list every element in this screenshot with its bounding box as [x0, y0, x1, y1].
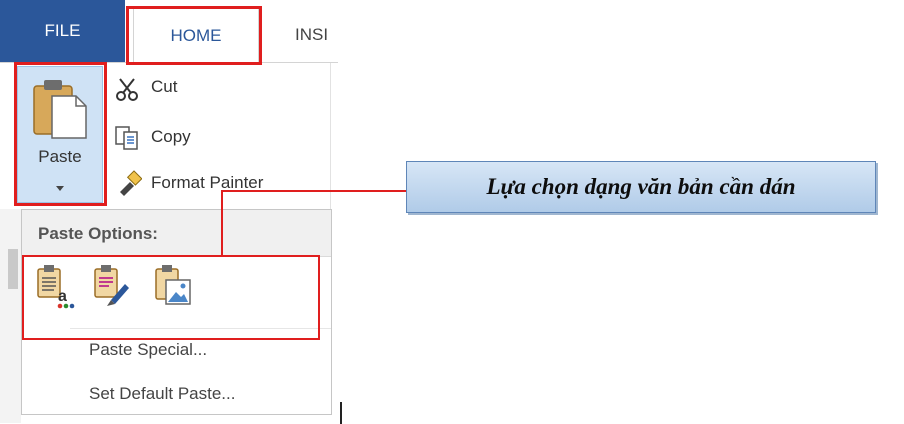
- scissors-icon: [116, 78, 138, 101]
- format-painter-icon: [120, 170, 142, 196]
- tab-insert[interactable]: INSI: [295, 7, 338, 62]
- callout-connector: [221, 190, 223, 255]
- callout-box: Lựa chọn dạng văn bản cần dán: [406, 161, 876, 213]
- copy-icon: [115, 126, 138, 150]
- callout-connector: [221, 190, 406, 192]
- ruler-marker: [8, 249, 18, 289]
- cut-button[interactable]: Cut: [151, 77, 177, 97]
- document-margin: [0, 209, 21, 423]
- copy-button[interactable]: Copy: [151, 127, 191, 147]
- text-cursor: [340, 402, 342, 424]
- highlight-paste-button: [14, 62, 107, 206]
- highlight-home-tab: [126, 6, 262, 65]
- callout-text: Lựa chọn dạng văn bản cần dán: [486, 174, 796, 199]
- paste-special-item[interactable]: Paste Special...: [89, 340, 207, 360]
- paste-options-title: Paste Options:: [38, 224, 158, 243]
- set-default-paste-item[interactable]: Set Default Paste...: [89, 384, 235, 404]
- group-separator: [330, 63, 331, 209]
- highlight-paste-options: [22, 255, 320, 340]
- tab-file[interactable]: FILE: [0, 0, 125, 62]
